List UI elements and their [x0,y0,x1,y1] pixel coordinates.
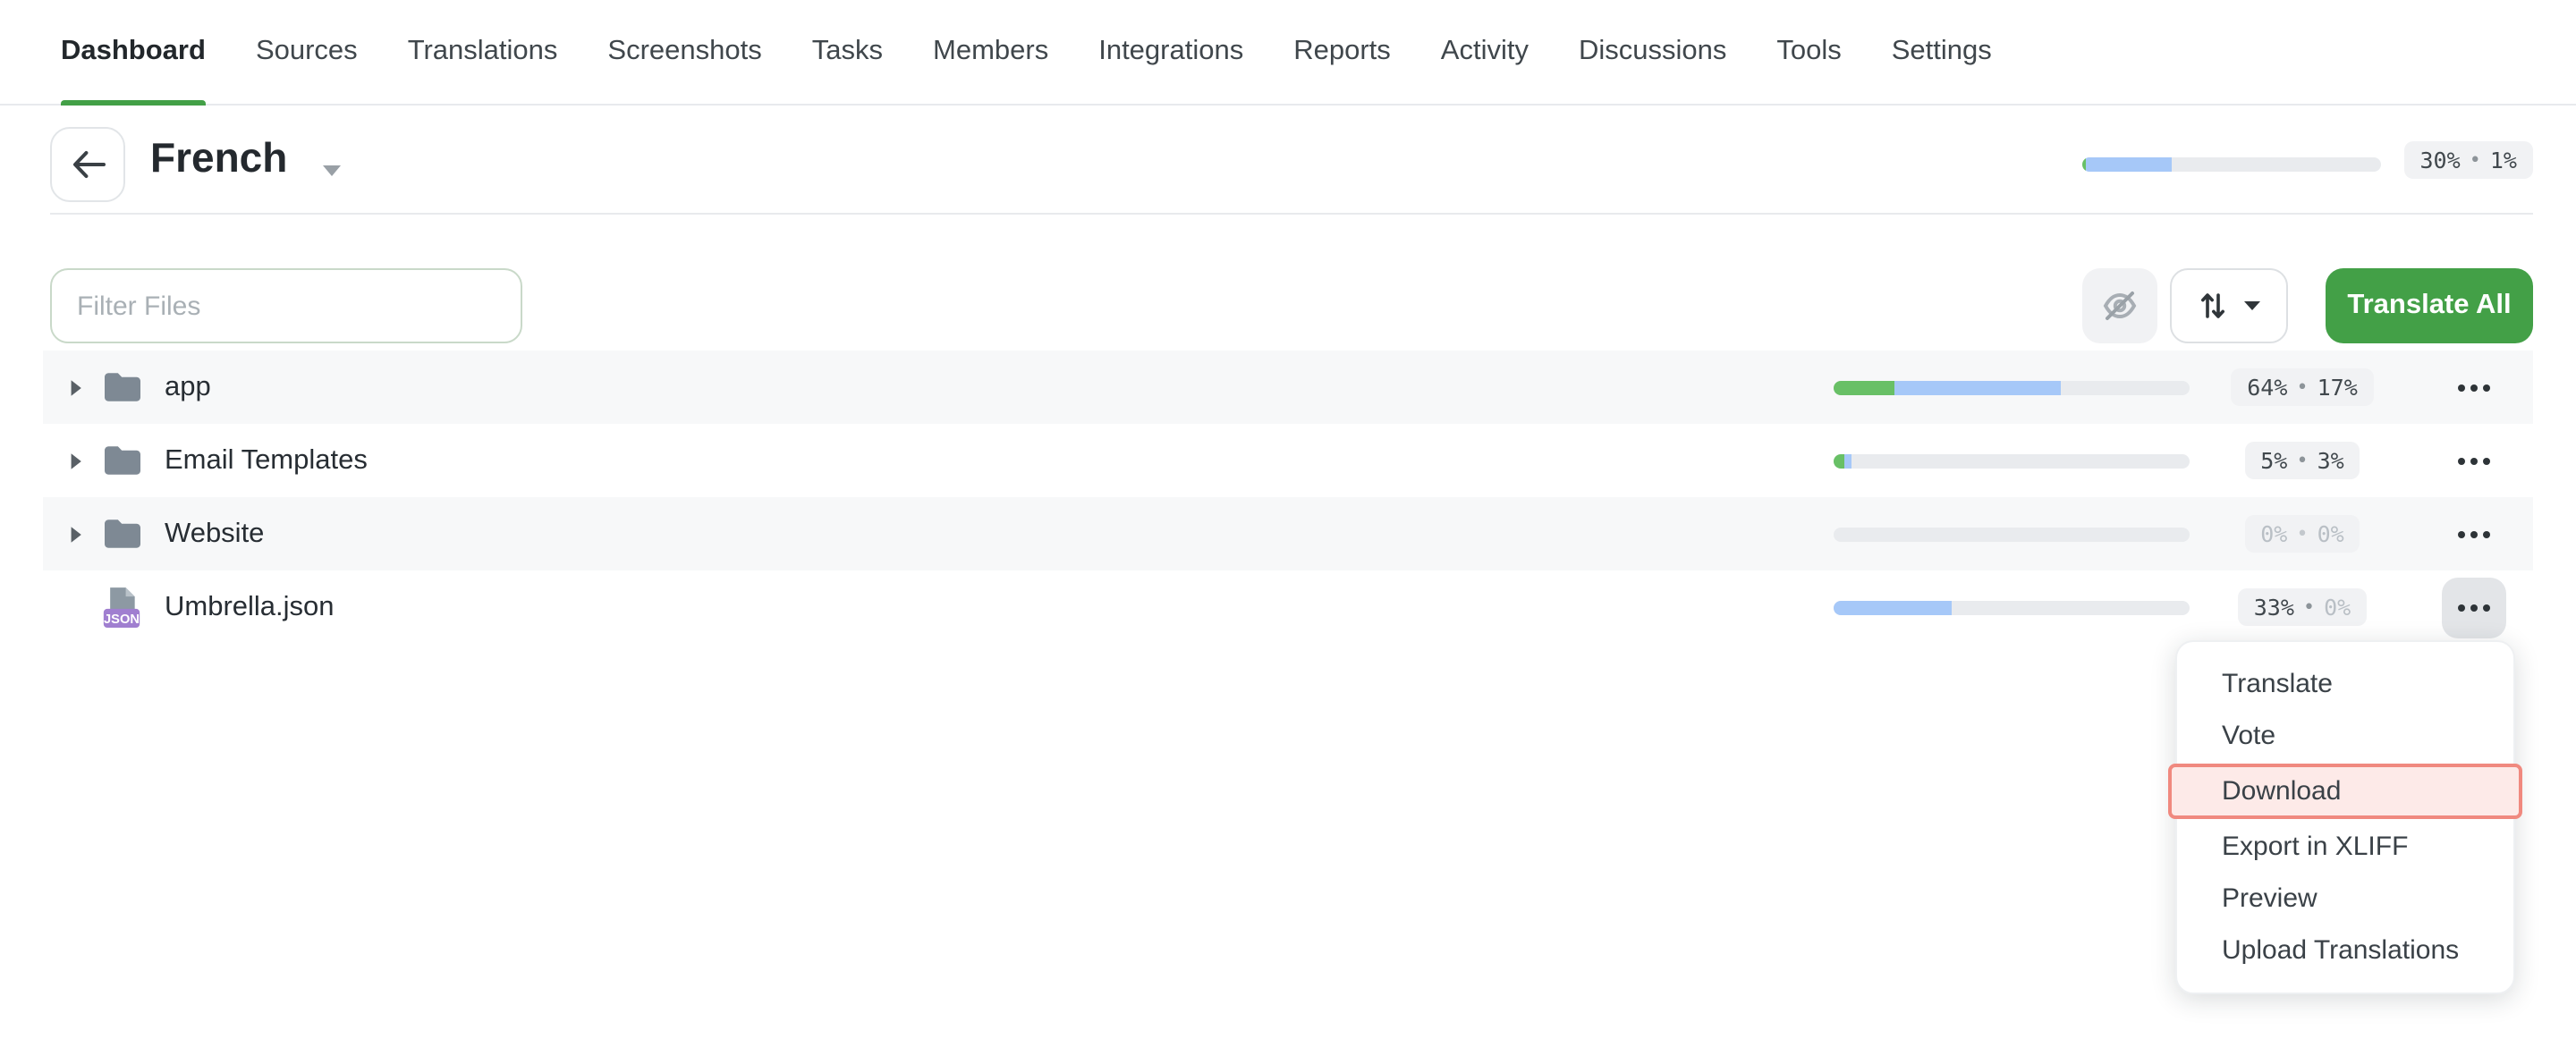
row-actions-button[interactable] [2442,503,2506,564]
translated-percent: 5% [2260,447,2287,474]
approved-progress-segment [1834,453,1844,468]
folder-icon [103,519,140,549]
nav-tab-discussions[interactable]: Discussions [1579,0,1726,105]
context-menu-item-preview[interactable]: Preview [2177,873,2513,925]
approved-percent: 3% [2318,447,2344,474]
file-row[interactable]: JSON Email Templates 5% • 3% [43,424,2533,497]
svg-text:JSON: JSON [104,612,140,626]
row-actions-button[interactable] [2442,430,2506,491]
file-progress-badge: 33% • 0% [2238,588,2368,626]
eye-off-icon [2098,284,2141,327]
sort-button[interactable] [2170,268,2288,343]
folder-icon [103,445,140,476]
approved-percent: 0% [2318,520,2344,547]
ellipsis-icon [2458,604,2465,611]
translated-percent: 30% [2419,147,2460,173]
translated-percent: 64% [2247,374,2287,401]
page-title: French [150,134,287,182]
badge-separator: • [2296,449,2308,472]
file-row[interactable]: JSON Umbrella.json 33% • 0% [43,570,2533,644]
file-progress-badge: 5% • 3% [2244,442,2360,479]
row-actions-button[interactable] [2442,357,2506,418]
context-menu-item-vote[interactable]: Vote [2177,710,2513,762]
language-progress-bar [2082,157,2381,172]
file-list: JSON app 64% • 17% [43,351,2533,644]
nav-tab-dashboard[interactable]: Dashboard [61,0,206,105]
nav-tab-screenshots[interactable]: Screenshots [607,0,761,105]
translated-percent: 0% [2260,520,2287,547]
row-actions-button[interactable] [2442,577,2506,638]
context-menu-item-export-in-xliff[interactable]: Export in XLIFF [2177,821,2513,873]
back-button[interactable] [50,127,125,202]
nav-tab-activity[interactable]: Activity [1441,0,1529,105]
file-context-menu: TranslateVoteDownloadExport in XLIFFPrev… [2175,640,2515,994]
app-window: Dashboard Sources Translations Screenshots T… [0,0,2576,1039]
chevron-right-icon[interactable] [66,525,84,543]
context-menu-item-upload-translations[interactable]: Upload Translations [2177,925,2513,976]
header-divider [50,213,2533,215]
chevron-down-icon [322,165,342,177]
translated-progress-segment [1834,600,1951,614]
nav-tab-translations[interactable]: Translations [408,0,558,105]
file-progress-bar [1834,453,2190,468]
approved-progress-segment [1834,380,1894,394]
file-progress-bar [1834,380,2190,394]
json-file-icon: JSON [102,584,141,630]
badge-separator: • [2296,522,2308,545]
ellipsis-icon [2458,384,2465,391]
file-name: Email Templates [165,444,368,477]
badge-separator: • [2303,596,2315,619]
folder-icon [103,372,140,402]
filter-files-input[interactable] [50,268,522,343]
nav-tab-integrations[interactable]: Integrations [1098,0,1243,105]
badge-separator: • [2296,376,2308,399]
nav-tab-settings[interactable]: Settings [1892,0,1992,105]
file-row[interactable]: JSON Website 0% • 0% [43,497,2533,570]
approved-percent: 0% [2324,594,2351,621]
file-name: Website [165,518,264,550]
file-name: Umbrella.json [165,591,335,623]
file-progress-badge: 64% • 17% [2231,368,2374,406]
nav-tab-sources[interactable]: Sources [256,0,358,105]
translated-progress-segment [1894,380,2062,394]
approved-percent: 17% [2318,374,2358,401]
nav-tab-tools[interactable]: Tools [1776,0,1841,105]
translated-progress-segment [1844,453,1852,468]
arrow-left-icon [71,150,105,179]
translated-percent: 33% [2254,594,2294,621]
file-progress-bar [1834,600,2190,614]
file-row[interactable]: JSON app 64% • 17% [43,351,2533,424]
file-name: app [165,371,211,403]
badge-separator: • [2470,148,2481,172]
translate-all-button[interactable]: Translate All [2326,268,2533,343]
translated-progress-segment [2085,157,2172,172]
context-menu-item-translate[interactable]: Translate [2177,658,2513,710]
nav-tab-members[interactable]: Members [933,0,1048,105]
chevron-right-icon[interactable] [66,452,84,469]
language-progress-badge: 30% • 1% [2403,141,2533,179]
approved-percent: 1% [2490,147,2517,173]
context-menu-item-download[interactable]: Download [2168,764,2522,819]
hide-translated-button[interactable] [2082,268,2157,343]
chevron-down-icon [2242,300,2260,311]
chevron-right-icon[interactable] [66,378,84,396]
nav-tab-tasks[interactable]: Tasks [812,0,883,105]
ellipsis-icon [2458,457,2465,464]
sort-arrows-icon [2198,290,2226,322]
file-progress-bar [1834,527,2190,541]
nav-tab-reports[interactable]: Reports [1293,0,1391,105]
language-menu-caret[interactable] [322,154,342,186]
project-nav: Dashboard Sources Translations Screenshots T… [0,0,2576,106]
ellipsis-icon [2458,530,2465,537]
file-progress-badge: 0% • 0% [2244,515,2360,553]
